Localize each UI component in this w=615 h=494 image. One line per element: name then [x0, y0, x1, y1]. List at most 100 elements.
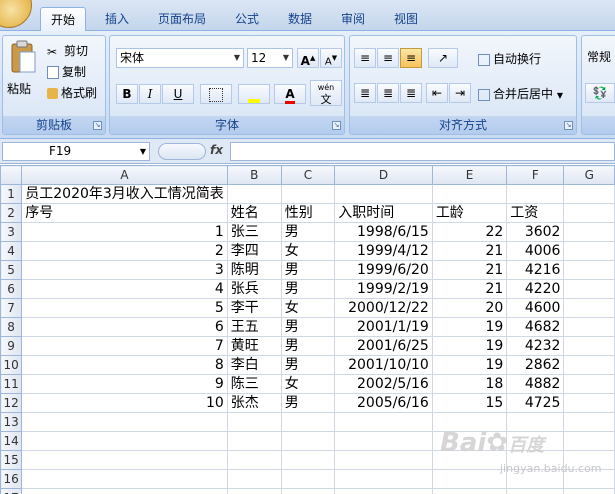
- cell[interactable]: [21, 469, 228, 489]
- cell[interactable]: 20: [431, 298, 508, 318]
- row-header[interactable]: 11: [0, 374, 23, 394]
- cell[interactable]: [563, 431, 615, 451]
- column-header[interactable]: A: [21, 165, 228, 185]
- cell[interactable]: 18: [431, 374, 508, 394]
- cell[interactable]: 女: [280, 241, 336, 261]
- align-center-button[interactable]: ≣: [377, 83, 399, 103]
- cell[interactable]: 21: [431, 241, 508, 261]
- cell[interactable]: 4006: [506, 241, 565, 261]
- cell[interactable]: 男: [280, 355, 336, 375]
- cell[interactable]: 4: [21, 279, 228, 299]
- cell[interactable]: [334, 488, 433, 494]
- cell[interactable]: [334, 450, 433, 470]
- cell[interactable]: [506, 184, 565, 204]
- cell[interactable]: [21, 412, 228, 432]
- row-header[interactable]: 14: [0, 431, 23, 451]
- tab-data[interactable]: 数据: [278, 7, 322, 31]
- cell[interactable]: 2000/12/22: [334, 298, 433, 318]
- cell[interactable]: 2002/5/16: [334, 374, 433, 394]
- cell[interactable]: [226, 450, 282, 470]
- formula-input[interactable]: [230, 142, 615, 161]
- select-all-corner[interactable]: [0, 165, 23, 185]
- cell[interactable]: [431, 488, 508, 494]
- cell[interactable]: 4600: [506, 298, 565, 318]
- cell[interactable]: [563, 298, 615, 318]
- cell[interactable]: [563, 317, 615, 337]
- cell[interactable]: [226, 469, 282, 489]
- cell[interactable]: 王五: [226, 317, 282, 337]
- cell[interactable]: 工资: [506, 203, 565, 223]
- cell[interactable]: 1998/6/15: [334, 222, 433, 242]
- row-header[interactable]: 5: [0, 260, 23, 280]
- cell[interactable]: 3602: [506, 222, 565, 242]
- cell[interactable]: 男: [280, 279, 336, 299]
- row-header[interactable]: 10: [0, 355, 23, 375]
- column-header[interactable]: F: [506, 165, 565, 185]
- cell[interactable]: [506, 488, 565, 494]
- tab-formulas[interactable]: 公式: [225, 7, 269, 31]
- dialog-launcher-icon[interactable]: ↘: [93, 121, 102, 130]
- cell[interactable]: 19: [431, 317, 508, 337]
- cell[interactable]: 工龄: [431, 203, 508, 223]
- cell[interactable]: 男: [280, 260, 336, 280]
- cell[interactable]: 性别: [280, 203, 336, 223]
- cell[interactable]: 李干: [226, 298, 282, 318]
- cell[interactable]: 黄旺: [226, 336, 282, 356]
- shrink-font-button[interactable]: A▼: [320, 48, 342, 68]
- cell[interactable]: 21: [431, 279, 508, 299]
- cell[interactable]: 9: [21, 374, 228, 394]
- insert-function-icon[interactable]: fx: [210, 143, 223, 157]
- cell[interactable]: [21, 450, 228, 470]
- cell[interactable]: 22: [431, 222, 508, 242]
- cell[interactable]: 10: [21, 393, 228, 413]
- column-header[interactable]: C: [280, 165, 336, 185]
- tab-home[interactable]: 开始: [40, 7, 87, 31]
- cell[interactable]: [280, 488, 336, 494]
- cell[interactable]: [226, 431, 282, 451]
- accounting-format-button[interactable]: 💱: [585, 83, 615, 103]
- wrap-text-button[interactable]: 自动换行: [478, 50, 541, 67]
- cell[interactable]: 1: [21, 222, 228, 242]
- cell[interactable]: 1999/6/20: [334, 260, 433, 280]
- align-middle-button[interactable]: ≡: [377, 48, 399, 68]
- cell[interactable]: [563, 203, 615, 223]
- align-bottom-button[interactable]: ≡: [400, 48, 422, 68]
- underline-button[interactable]: U: [162, 84, 194, 104]
- cell[interactable]: [563, 279, 615, 299]
- row-header[interactable]: 3: [0, 222, 23, 242]
- cell[interactable]: 4682: [506, 317, 565, 337]
- cell[interactable]: 序号: [21, 203, 228, 223]
- cell[interactable]: [563, 184, 615, 204]
- cell[interactable]: [563, 241, 615, 261]
- align-right-button[interactable]: ≣: [400, 83, 422, 103]
- cell[interactable]: 2001/6/25: [334, 336, 433, 356]
- cell[interactable]: 2005/6/16: [334, 393, 433, 413]
- cell[interactable]: [563, 393, 615, 413]
- phonetic-button[interactable]: wén 文: [310, 80, 342, 106]
- cell[interactable]: [563, 355, 615, 375]
- bold-button[interactable]: B: [116, 84, 138, 104]
- cell[interactable]: [21, 431, 228, 451]
- cell[interactable]: 3: [21, 260, 228, 280]
- cell[interactable]: 2001/10/10: [334, 355, 433, 375]
- cell[interactable]: 21: [431, 260, 508, 280]
- cell[interactable]: 女: [280, 374, 336, 394]
- cell[interactable]: [280, 412, 336, 432]
- row-header[interactable]: 7: [0, 298, 23, 318]
- number-format-combo[interactable]: 常规: [584, 48, 615, 68]
- cell[interactable]: 男: [280, 393, 336, 413]
- cell[interactable]: 男: [280, 222, 336, 242]
- cell[interactable]: [280, 431, 336, 451]
- column-header[interactable]: B: [226, 165, 282, 185]
- cell[interactable]: 2862: [506, 355, 565, 375]
- cell[interactable]: 李四: [226, 241, 282, 261]
- cell[interactable]: [563, 222, 615, 242]
- cell[interactable]: [563, 488, 615, 494]
- cell[interactable]: 陈三: [226, 374, 282, 394]
- fill-color-button[interactable]: [238, 84, 270, 104]
- cell[interactable]: 陈明: [226, 260, 282, 280]
- increase-indent-button[interactable]: ⇥: [449, 83, 471, 103]
- tab-insert[interactable]: 插入: [95, 7, 139, 31]
- italic-button[interactable]: I: [139, 84, 161, 104]
- formula-bar-splitter[interactable]: [158, 143, 206, 160]
